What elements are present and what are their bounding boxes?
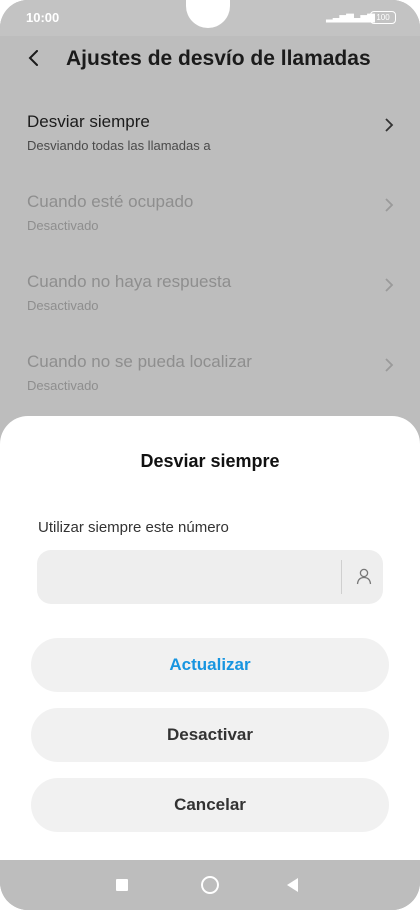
contact-icon[interactable] — [355, 567, 373, 585]
list-item-sub: Desviando todas las llamadas a — [27, 138, 211, 153]
input-divider — [341, 560, 342, 594]
list-item-label: Cuando esté ocupado — [27, 192, 194, 211]
list-item-no-answer[interactable]: Cuando no haya respuesta Desactivado — [0, 272, 420, 342]
chevron-right-icon — [385, 278, 394, 292]
back-icon[interactable] — [287, 878, 298, 892]
list-item-sub: Desactivado — [27, 218, 99, 233]
phone-frame: 10:00 ▂▃▅▆ ▂▃▅▆ 100 Ajustes de desvío de… — [0, 0, 420, 910]
list-item-sub: Desactivado — [27, 378, 99, 393]
status-time: 10:00 — [26, 10, 60, 25]
list-item-sub: Desactivado — [27, 298, 99, 313]
chevron-right-icon — [385, 118, 394, 132]
back-arrow-icon[interactable] — [26, 50, 42, 66]
disable-button[interactable]: Desactivar — [31, 708, 389, 762]
list-item-unreachable[interactable]: Cuando no se pueda localizar Desactivado — [0, 352, 420, 422]
update-button[interactable]: Actualizar — [31, 638, 389, 692]
chevron-right-icon — [385, 358, 394, 372]
list-item-always-forward[interactable]: Desviar siempre Desviando todas las llam… — [0, 112, 420, 182]
camera-notch — [186, 0, 230, 28]
navigation-bar — [0, 860, 420, 910]
field-label: Utilizar siempre este número — [38, 519, 229, 536]
list-item-label: Cuando no haya respuesta — [27, 272, 232, 291]
list-item-when-busy[interactable]: Cuando esté ocupado Desactivado — [0, 192, 420, 262]
dialog-title: Desviar siempre — [140, 451, 280, 471]
chevron-right-icon — [385, 198, 394, 212]
page-title: Ajustes de desvío de llamadas — [66, 47, 371, 70]
header: Ajustes de desvío de llamadas — [0, 42, 420, 82]
recent-apps-icon[interactable] — [116, 879, 128, 891]
forward-dialog: Desviar siempre Utilizar siempre este nú… — [0, 416, 420, 860]
phone-number-input[interactable] — [37, 550, 383, 604]
list-item-label: Cuando no se pueda localizar — [27, 352, 252, 371]
screen: 10:00 ▂▃▅▆ ▂▃▅▆ 100 Ajustes de desvío de… — [0, 0, 420, 910]
list-item-label: Desviar siempre — [27, 112, 150, 131]
status-bar: 10:00 ▂▃▅▆ ▂▃▅▆ 100 — [0, 0, 420, 36]
battery-icon: 100 — [370, 11, 396, 24]
cancel-button[interactable]: Cancelar — [31, 778, 389, 832]
home-icon[interactable] — [201, 876, 219, 894]
